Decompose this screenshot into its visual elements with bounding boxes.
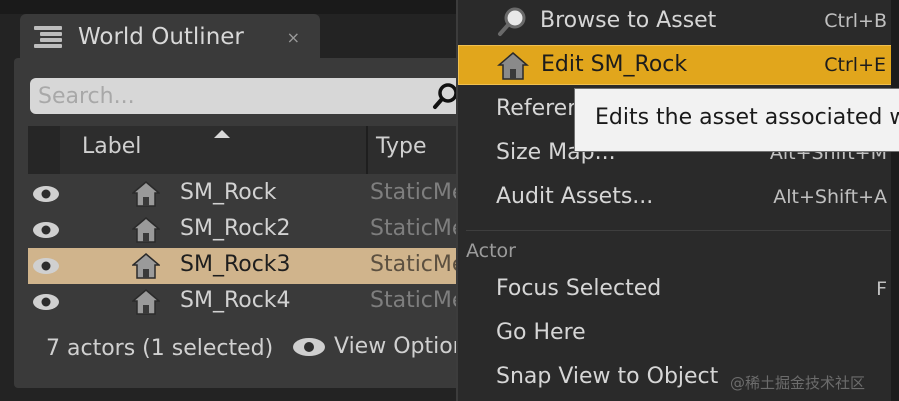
search-box[interactable] xyxy=(30,78,466,114)
menu-separator xyxy=(466,230,892,231)
menu-item-label: Browse to Asset xyxy=(540,8,717,33)
column-header: Label Type xyxy=(28,126,472,174)
label-column-header[interactable]: Label xyxy=(82,134,141,159)
menu-item-shortcut: Ctrl+B xyxy=(824,10,887,32)
table-row[interactable]: SM_Rock StaticMesh xyxy=(28,176,491,212)
menu-section-actor: Actor xyxy=(466,240,516,262)
actor-label: SM_Rock3 xyxy=(180,252,291,277)
actor-list: SM_Rock StaticMesh SM_Rock2 StaticMesh SM_Ro… xyxy=(28,176,491,320)
menu-item-shortcut: Ctrl+E xyxy=(824,54,886,76)
actor-count-status: 7 actors (1 selected) xyxy=(46,336,274,361)
menu-item-label: Edit SM_Rock xyxy=(541,52,688,77)
view-options-button[interactable]: View Options xyxy=(292,334,478,359)
tooltip: Edits the asset associated with the sele… xyxy=(574,88,899,152)
magnifier-icon xyxy=(498,7,526,36)
menu-item-focus-selected[interactable]: Focus Selected F xyxy=(458,270,899,310)
table-row[interactable]: SM_Rock4 StaticMesh xyxy=(28,284,491,320)
tab-world-outliner[interactable]: World Outliner × xyxy=(20,14,320,60)
outliner-list-icon xyxy=(34,23,66,51)
static-mesh-actor-icon xyxy=(132,217,160,243)
table-row[interactable]: SM_Rock3 StaticMesh xyxy=(28,248,491,284)
static-mesh-actor-icon xyxy=(132,181,160,207)
menu-item-audit-assets[interactable]: Audit Assets... Alt+Shift+A xyxy=(458,178,899,218)
menu-item-go-here[interactable]: Go Here xyxy=(458,314,899,354)
top-strip xyxy=(0,0,470,14)
close-icon[interactable]: × xyxy=(287,28,300,47)
house-icon xyxy=(497,52,529,80)
menu-item-edit-asset[interactable]: Edit SM_Rock Ctrl+E xyxy=(458,45,899,85)
tab-title: World Outliner xyxy=(78,24,244,50)
visibility-column-header xyxy=(28,126,60,174)
menu-item-label: Snap View to Object xyxy=(496,364,719,389)
static-mesh-actor-icon xyxy=(132,253,160,279)
visibility-eye-icon[interactable] xyxy=(32,293,60,311)
menu-item-label: Go Here xyxy=(496,320,586,345)
menu-item-label: Audit Assets... xyxy=(496,184,654,209)
static-mesh-actor-icon xyxy=(132,289,160,315)
sort-ascending-icon xyxy=(214,130,230,138)
actor-label: SM_Rock2 xyxy=(180,216,291,241)
menu-item-shortcut: F xyxy=(876,278,887,300)
menu-item-shortcut: Alt+Shift+A xyxy=(773,186,887,208)
visibility-eye-icon[interactable] xyxy=(32,257,60,275)
menu-item-browse-to-asset[interactable]: Browse to Asset Ctrl+B xyxy=(458,2,899,42)
outliner-body: Label Type SM_RockStaticMeshSM_Rock2Stat… xyxy=(14,58,491,388)
search-input[interactable] xyxy=(38,83,408,109)
watermark: @稀土掘金技术社区 xyxy=(730,374,866,392)
actor-label: SM_Rock4 xyxy=(180,288,291,313)
menu-item-label: Focus Selected xyxy=(496,276,662,301)
visibility-eye-icon[interactable] xyxy=(32,221,60,239)
menu-edge xyxy=(891,0,899,401)
visibility-eye-icon[interactable] xyxy=(32,185,60,203)
type-column-header[interactable]: Type xyxy=(376,134,427,159)
eye-icon xyxy=(293,337,325,356)
context-menu: Browse to Asset Ctrl+B Edit SM_Rock Ctrl… xyxy=(456,0,899,401)
actor-label: SM_Rock xyxy=(180,180,277,205)
column-divider[interactable] xyxy=(366,126,368,174)
world-outliner-panel: World Outliner × Label Type SM_RockStati… xyxy=(0,0,491,401)
table-row[interactable]: SM_Rock2 StaticMesh xyxy=(28,212,491,248)
